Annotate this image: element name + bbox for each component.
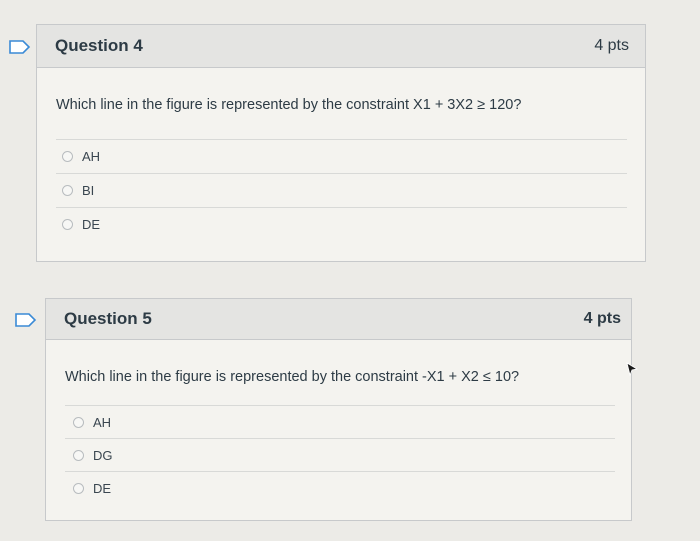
answer-list: AH BI DE [56,139,627,241]
flag-question-icon[interactable] [15,313,37,327]
question-points: 4 pts [594,37,629,54]
answer-label: DE [82,217,101,232]
answer-option[interactable]: DE [65,471,615,504]
radio-button-icon[interactable] [73,482,84,494]
question-title: Question 4 [55,36,143,55]
flag-question-icon[interactable] [9,40,31,54]
question-card-4: Question 4 4 pts Which line in the figur… [36,24,646,262]
radio-button-icon[interactable] [73,416,84,428]
answer-option[interactable]: BI [56,173,627,207]
answer-option[interactable]: AH [56,139,627,173]
answer-label: DG [93,447,113,463]
radio-button-icon[interactable] [62,151,73,162]
answer-list: AH DG DE [65,405,615,504]
answer-label: AH [82,149,101,164]
answer-option[interactable]: DG [65,438,615,471]
mouse-pointer-icon [626,362,638,376]
answer-label: DE [93,480,112,496]
question-header: Question 5 4 pts [46,299,631,340]
radio-button-icon[interactable] [62,219,73,230]
answer-label: AH [93,414,112,430]
question-points: 4 pts [583,310,621,327]
question-title: Question 5 [64,309,152,328]
radio-button-icon[interactable] [62,185,73,196]
question-prompt: Which line in the figure is represented … [56,97,522,113]
question-card-5: Question 5 4 pts Which line in the figur… [45,298,632,521]
radio-button-icon[interactable] [73,449,84,461]
question-header: Question 4 4 pts [37,25,645,68]
question-prompt: Which line in the figure is represented … [65,369,520,385]
answer-option[interactable]: DE [56,207,627,241]
answer-label: BI [82,183,95,198]
answer-option[interactable]: AH [65,405,615,438]
